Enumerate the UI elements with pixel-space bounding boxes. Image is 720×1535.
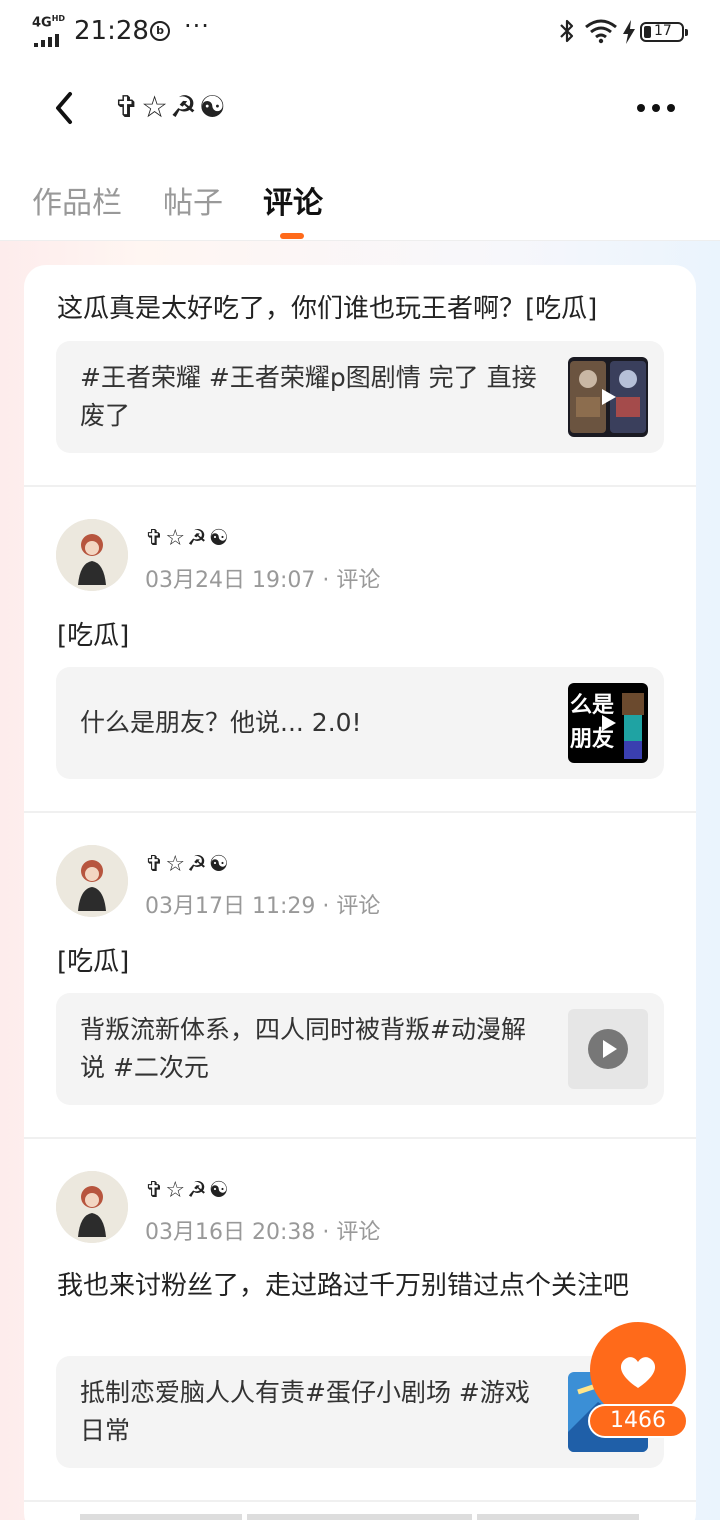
charging-icon: [623, 20, 635, 44]
comment-meta: 03月16日 20:38 · 评论: [145, 1220, 381, 1245]
quoted-video[interactable]: 背叛流新体系，四人同时被背叛#动漫解说 #二次元: [56, 993, 664, 1105]
bottom-placeholder: [80, 1514, 242, 1520]
username[interactable]: ✞☆☭☯: [145, 852, 231, 877]
comment-text: 我也来讨粉丝了，走过路过千万别错过点个关注吧: [57, 1271, 630, 1301]
app-notification-icon: b: [150, 21, 170, 41]
bottom-placeholder: [247, 1514, 472, 1520]
comment-action: 评论: [336, 894, 381, 919]
thumbnail-caption: 么是朋友: [570, 693, 615, 752]
video-thumbnail[interactable]: [568, 1009, 648, 1089]
like-count: 1466: [588, 1404, 688, 1438]
comment-action: 评论: [336, 1220, 381, 1245]
comment-time: 03月16日 20:38: [145, 1220, 316, 1245]
comment-action: 评论: [336, 568, 381, 593]
video-thumbnail[interactable]: 么是朋友: [568, 683, 648, 763]
divider: [24, 1137, 696, 1139]
status-bar: 4GHD 21:28 b ··· 17: [0, 0, 720, 64]
quoted-video-title: 抵制恋爱脑人人有责#蛋仔小剧场 #游戏日常: [80, 1378, 530, 1445]
quoted-video[interactable]: 抵制恋爱脑人人有责#蛋仔小剧场 #游戏日常: [56, 1356, 664, 1468]
profile-tabs: 作品栏 帖子 评论: [0, 170, 720, 241]
play-icon: [588, 1029, 628, 1069]
bluetooth-icon: [560, 19, 574, 43]
quoted-video[interactable]: #王者荣耀 #王者荣耀p图剧情 完了 直接废了: [56, 341, 664, 453]
comment-text: 这瓜真是太好吃了，你们谁也玩王者啊？[吃瓜]: [57, 294, 598, 324]
comment-text: [吃瓜]: [57, 621, 130, 651]
wifi-icon: [585, 19, 617, 44]
comment-meta: 03月17日 11:29 · 评论: [145, 894, 381, 919]
quoted-video-title: 背叛流新体系，四人同时被背叛#动漫解说 #二次元: [80, 1015, 526, 1082]
tab-comments[interactable]: 评论: [263, 178, 323, 222]
quoted-video-title: #王者荣耀 #王者荣耀p图剧情 完了 直接废了: [80, 363, 537, 430]
bottom-placeholder: [477, 1514, 639, 1520]
more-notifications-icon: ···: [184, 12, 210, 40]
page-title: ✞☆☭☯: [114, 90, 228, 125]
battery-icon: 17: [640, 22, 688, 42]
username[interactable]: ✞☆☭☯: [145, 1178, 231, 1203]
quoted-video[interactable]: 什么是朋友？他说... 2.0! 么是朋友: [56, 667, 664, 779]
more-options-icon[interactable]: [636, 98, 676, 118]
divider: [24, 485, 696, 487]
divider: [24, 811, 696, 813]
comment-time: 03月17日 11:29: [145, 894, 316, 919]
username[interactable]: ✞☆☭☯: [145, 526, 231, 551]
back-arrow-icon[interactable]: [48, 88, 82, 128]
avatar[interactable]: [56, 519, 128, 591]
quoted-video-title: 什么是朋友？他说... 2.0!: [80, 708, 362, 737]
tab-works[interactable]: 作品栏: [32, 178, 122, 222]
divider: [24, 1500, 696, 1502]
avatar[interactable]: [56, 1171, 128, 1243]
avatar[interactable]: [56, 845, 128, 917]
comment-time: 03月24日 19:07: [145, 568, 316, 593]
comment-meta: 03月24日 19:07 · 评论: [145, 568, 381, 593]
cellular-signal-icon: 4GHD: [32, 14, 68, 47]
battery-level: 17: [654, 23, 672, 39]
active-tab-indicator: [280, 233, 304, 239]
tab-posts[interactable]: 帖子: [163, 178, 223, 222]
video-thumbnail[interactable]: [568, 357, 648, 437]
comment-text: [吃瓜]: [57, 947, 130, 977]
clock: 21:28: [74, 16, 149, 46]
